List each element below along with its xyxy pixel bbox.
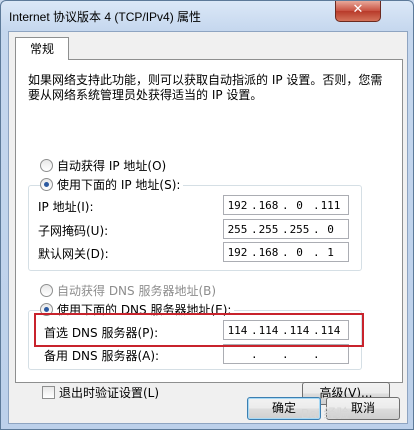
- dns-auto-radio[interactable]: 自动获得 DNS 服务器地址(B): [40, 282, 216, 299]
- ip-manual-label: 使用下面的 IP 地址(S):: [57, 178, 181, 192]
- ip-auto-radio[interactable]: 自动获得 IP 地址(O): [40, 157, 166, 174]
- tab-general[interactable]: 常规: [15, 37, 69, 60]
- ip-address-input[interactable]: 192. 168. 0. 111: [223, 195, 349, 215]
- highlight-annotation: [34, 313, 364, 347]
- dns-auto-label: 自动获得 DNS 服务器地址(B): [57, 284, 217, 298]
- ip-manual-radio[interactable]: 使用下面的 IP 地址(S):: [40, 176, 184, 193]
- subnet-mask-label: 子网掩码(U):: [38, 224, 109, 238]
- title-bar[interactable]: Internet 协议版本 4 (TCP/IPv4) 属性 ✕: [1, 1, 413, 31]
- alternate-dns-label: 备用 DNS 服务器(A):: [44, 349, 160, 363]
- default-gateway-label: 默认网关(D):: [38, 247, 109, 261]
- radio-button-icon: [40, 284, 53, 297]
- checkbox-icon: [42, 386, 55, 399]
- description-text: 如果网络支持此功能，则可以获取自动指派的 IP 设置。否则，您需要从网络系统管理…: [28, 73, 383, 102]
- alternate-dns-input[interactable]: . . .: [223, 344, 349, 364]
- radio-button-checked-icon: [40, 178, 53, 191]
- validate-on-exit-label: 退出时验证设置(L): [59, 386, 160, 400]
- window-title: Internet 协议版本 4 (TCP/IPv4) 属性: [9, 10, 202, 24]
- close-button[interactable]: ✕: [335, 1, 381, 22]
- ip-address-label: IP 地址(I):: [38, 200, 94, 214]
- tab-panel-general: 如果网络支持此功能，则可以获取自动指派的 IP 设置。否则，您需要从网络系统管理…: [15, 59, 403, 405]
- default-gateway-input[interactable]: 192. 168. 0. 1: [223, 242, 349, 262]
- validate-on-exit-checkbox[interactable]: 退出时验证设置(L): [42, 384, 159, 401]
- subnet-mask-input[interactable]: 255. 255. 255. 0: [223, 219, 349, 239]
- dialog-client-area: 常规 如果网络支持此功能，则可以获取自动指派的 IP 设置。否则，您需要从网络系…: [8, 31, 408, 424]
- dialog-window: Internet 协议版本 4 (TCP/IPv4) 属性 ✕ 常规 如果网络支…: [0, 0, 414, 430]
- close-icon: ✕: [352, 2, 364, 17]
- ip-auto-label: 自动获得 IP 地址(O): [57, 159, 167, 173]
- radio-button-icon: [40, 159, 53, 172]
- watermark-logo: Bai 经验: [301, 406, 350, 421]
